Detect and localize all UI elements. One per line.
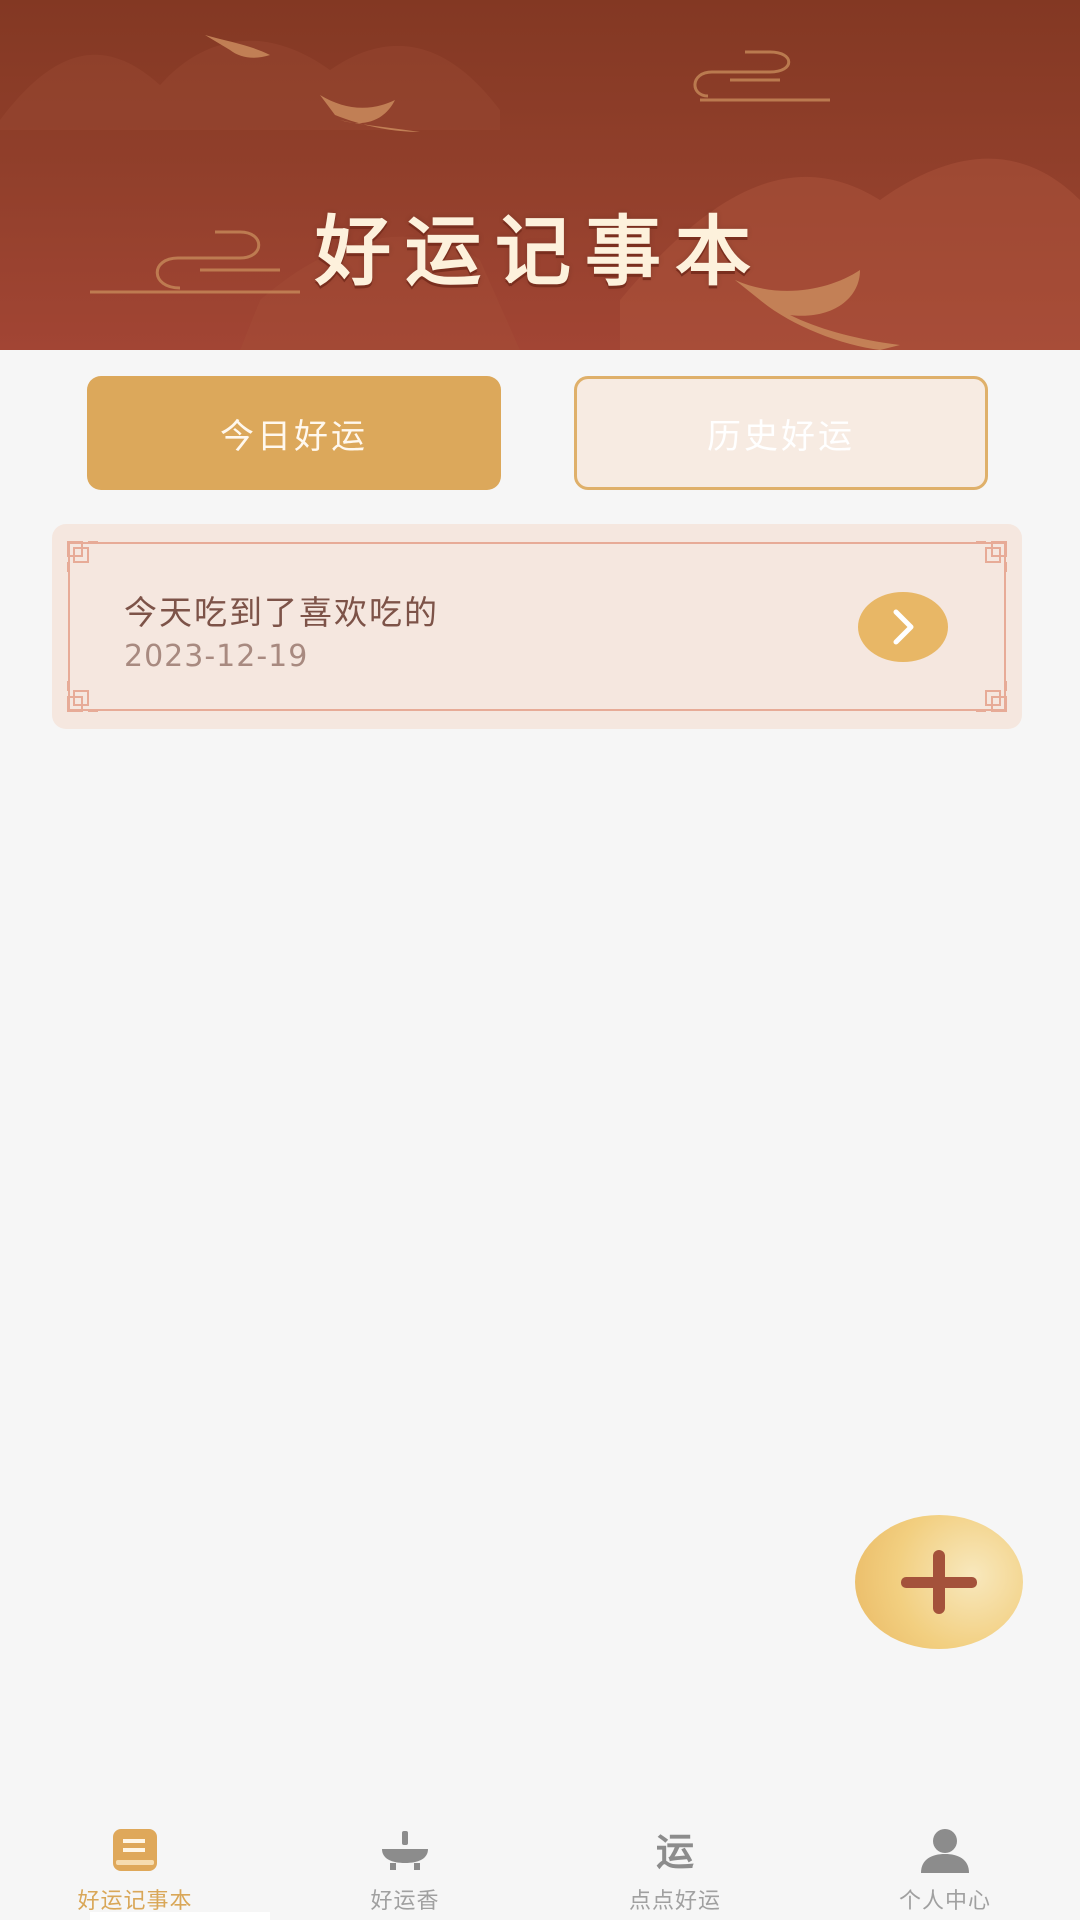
nav-label: 好运香 [370, 1889, 440, 1914]
add-record-button[interactable] [855, 1515, 1023, 1649]
app-screen: 好运记事本 今日好运 历史好运 今天吃到了喜欢吃的 2023-12-19 好运记… [0, 0, 1080, 1920]
incense-burner-icon [382, 1831, 428, 1870]
nav-item-profile[interactable]: 个人中心 [845, 1815, 1045, 1920]
plus-icon [901, 1550, 977, 1614]
luck-record-card[interactable]: 今天吃到了喜欢吃的 2023-12-19 [52, 524, 1022, 729]
nav-item-lucky-dots[interactable]: 运 点点好运 [575, 1815, 775, 1920]
nav-item-notebook[interactable]: 好运记事本 [35, 1815, 235, 1920]
header-banner: 好运记事本 [0, 0, 1080, 350]
corner-ornament-icon [67, 541, 98, 572]
corner-ornament-icon [976, 681, 1007, 712]
chevron-right-icon [893, 609, 914, 645]
bottom-nav-bar: 好运记事本 好运香 运 点点好运 个人中心 [0, 1815, 1080, 1920]
nav-label: 点点好运 [628, 1889, 721, 1914]
tab-history-luck[interactable]: 历史好运 [574, 376, 988, 490]
app-title: 好运记事本 [315, 207, 765, 296]
tab-today-luck[interactable]: 今日好运 [87, 376, 501, 490]
yun-character-icon: 运 [655, 1829, 694, 1874]
corner-ornament-icon [67, 681, 98, 712]
user-icon [921, 1829, 969, 1873]
active-tab-indicator [90, 1912, 270, 1920]
corner-ornament-icon [976, 541, 1007, 572]
notebook-icon [113, 1829, 157, 1871]
open-record-button[interactable] [858, 592, 948, 662]
nav-label: 好运记事本 [77, 1889, 193, 1914]
record-title: 今天吃到了喜欢吃的 [124, 593, 439, 632]
nav-item-incense[interactable]: 好运香 [305, 1815, 505, 1920]
nav-label: 个人中心 [898, 1889, 991, 1914]
record-date: 2023-12-19 [124, 639, 309, 674]
